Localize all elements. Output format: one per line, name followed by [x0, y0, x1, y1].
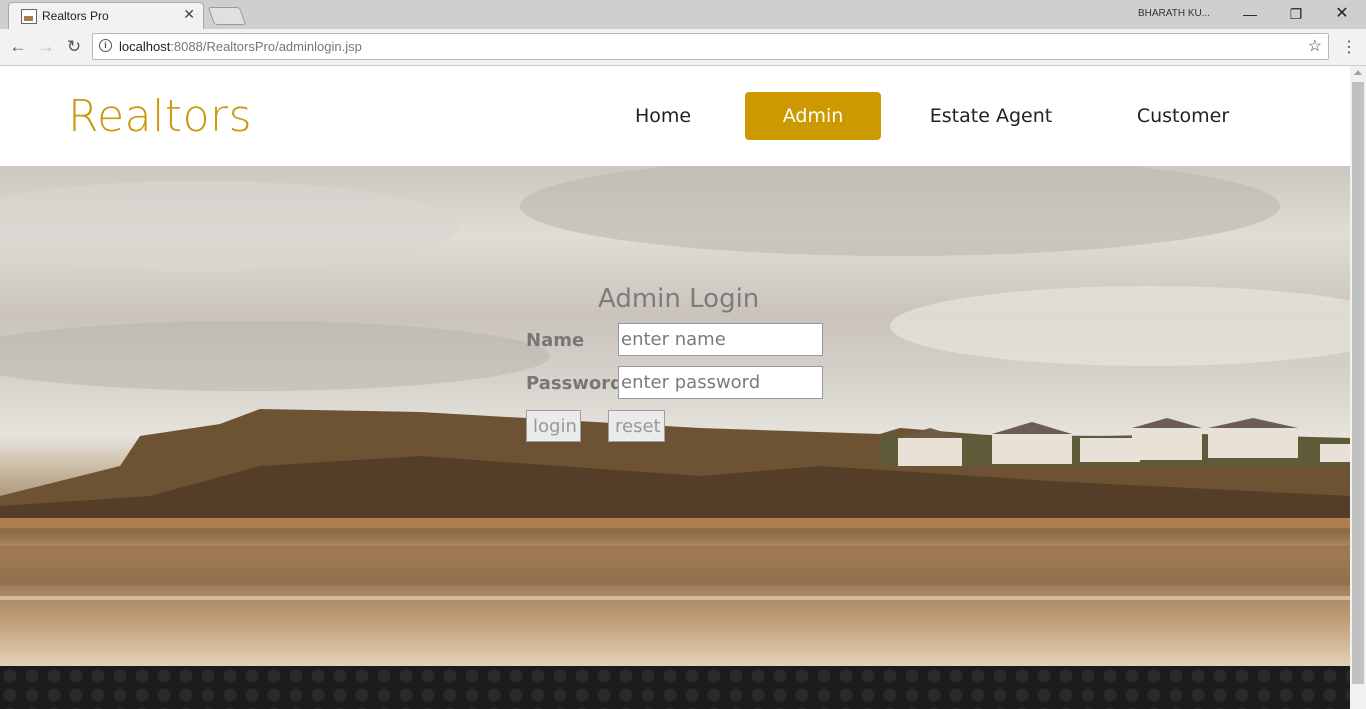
name-input[interactable] — [618, 323, 823, 356]
nav-estate-agent[interactable]: Estate Agent — [922, 92, 1060, 140]
name-label: Name — [526, 330, 585, 351]
minimize-icon[interactable]: — — [1228, 2, 1272, 26]
reset-button[interactable]: reset — [608, 410, 665, 442]
url-text[interactable]: localhost:8088/RealtorsPro/adminlogin.js… — [119, 39, 362, 54]
password-label: Password — [526, 373, 624, 394]
address-bar[interactable]: i localhost:8088/RealtorsPro/adminlogin.… — [92, 33, 1329, 60]
profile-name[interactable]: BHARATH KU... — [1138, 8, 1210, 19]
nav-admin[interactable]: Admin — [745, 92, 881, 140]
reload-icon[interactable]: ↻ — [64, 37, 84, 57]
browser-tab-strip: Realtors Pro ✕ BHARATH KU... — ❐ ✕ — [0, 0, 1366, 29]
browser-menu-icon[interactable]: ⋮ — [1341, 37, 1357, 57]
password-input[interactable] — [618, 366, 823, 399]
hero-background-image: Admin Login Name Password login reset — [0, 166, 1350, 666]
site-info-icon[interactable]: i — [99, 39, 112, 52]
tab-title: Realtors Pro — [42, 9, 109, 23]
site-logo[interactable]: Realtors — [68, 91, 252, 142]
web-page: Realtors Home Admin Estate Agent Custome… — [0, 66, 1350, 709]
login-button[interactable]: login — [526, 410, 581, 442]
site-footer — [0, 666, 1350, 709]
scrollbar-thumb[interactable] — [1352, 82, 1364, 684]
tab-close-icon[interactable]: ✕ — [183, 6, 195, 23]
url-path: :8088/RealtorsPro/adminlogin.jsp — [170, 39, 362, 54]
login-title: Admin Login — [598, 284, 760, 314]
nav-home[interactable]: Home — [622, 92, 704, 140]
admin-login-form: Admin Login Name Password login reset — [0, 166, 1350, 666]
new-tab-button[interactable] — [207, 7, 247, 25]
site-favicon-icon — [21, 9, 37, 24]
window-close-icon[interactable]: ✕ — [1320, 2, 1364, 26]
page-scrollbar[interactable] — [1350, 66, 1366, 709]
url-host: localhost — [119, 39, 171, 54]
bookmark-star-icon[interactable]: ☆ — [1308, 36, 1322, 56]
nav-customer[interactable]: Customer — [1126, 92, 1240, 140]
browser-tab[interactable]: Realtors Pro ✕ — [8, 2, 204, 29]
scroll-up-arrow-icon[interactable] — [1354, 70, 1362, 75]
restore-icon[interactable]: ❐ — [1274, 2, 1318, 26]
back-arrow-icon[interactable]: ← — [8, 37, 28, 57]
browser-toolbar: ← → ↻ i localhost:8088/RealtorsPro/admin… — [0, 29, 1366, 66]
forward-arrow-icon[interactable]: → — [36, 37, 56, 57]
site-header: Realtors Home Admin Estate Agent Custome… — [0, 66, 1350, 166]
